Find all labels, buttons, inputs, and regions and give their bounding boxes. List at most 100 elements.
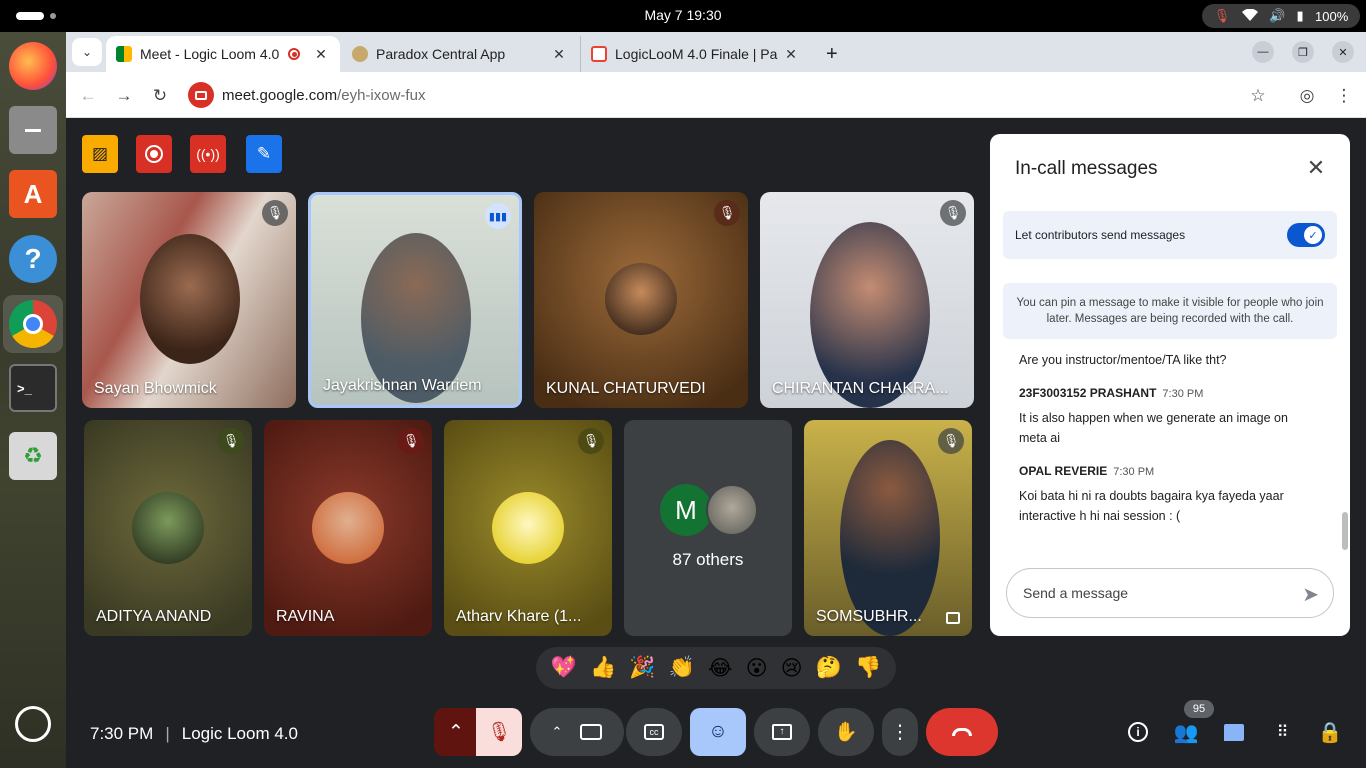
chat-icon (1224, 723, 1244, 741)
mic-toggle-button[interactable]: 🎙 (476, 708, 522, 756)
meeting-details-button[interactable]: i (1124, 718, 1152, 746)
mic-off-icon: 🎙 (940, 200, 966, 226)
close-window-button[interactable]: ✕ (1332, 41, 1354, 63)
reaction-surprised-icon[interactable]: 😮 (746, 656, 768, 681)
chat-message: OPAL REVERIE 7:30 PM Koi bata hi ni ra do… (1019, 464, 1319, 526)
reaction-cry-icon[interactable]: 😢 (781, 656, 803, 681)
reaction-party-icon[interactable]: 🎉 (629, 656, 655, 680)
forward-button[interactable]: → (112, 84, 136, 108)
message-time: 7:30 PM (1113, 466, 1155, 478)
toggle-label: Let contributors send messages (1015, 228, 1186, 242)
tab-meet[interactable]: Meet - Logic Loom 4.0 ✕ (106, 36, 340, 72)
live-stream-button[interactable]: ((•)) (190, 135, 226, 173)
chat-scrollbar[interactable] (1342, 512, 1348, 550)
mic-off-icon: 🎙 (486, 722, 512, 743)
emoji-button[interactable]: ☺ (690, 708, 746, 756)
close-icon[interactable]: ✕ (312, 46, 330, 63)
camera-options-button[interactable]: ⌃ (530, 708, 624, 756)
chevron-up-icon: ⌃ (551, 724, 563, 739)
firefox-icon[interactable] (9, 42, 57, 90)
call-controls-bar: 7:30 PM | Logic Loom 4.0 ⌃ 🎙 ⌃ cc ☺ ↑ ✋ … (66, 698, 1366, 768)
app-center-icon[interactable]: A (9, 170, 57, 218)
tab-gmail[interactable]: LogicLooM 4.0 Finale | Pa ✕ (580, 36, 810, 72)
participant-name: RAVINA (276, 608, 335, 625)
url-path: /eyh-ixow-fux (337, 86, 426, 104)
address-bar[interactable]: meet.google.com/eyh-ixow-fux (188, 80, 1280, 110)
system-clock[interactable]: May 7 19:30 (0, 7, 1366, 23)
tab-title: Paradox Central App (376, 46, 506, 62)
menu-dots-icon[interactable]: ⋮ (1332, 84, 1356, 108)
info-icon: i (1128, 722, 1148, 742)
chrome-icon[interactable] (9, 300, 57, 348)
meet-site-icon (188, 82, 214, 108)
reaction-thumbs-down-icon[interactable]: 👎 (855, 656, 881, 680)
present-button[interactable]: ↑ (754, 708, 810, 756)
more-options-button[interactable]: ⋮ (882, 708, 918, 756)
send-icon[interactable]: ➤ (1302, 582, 1319, 607)
reaction-laugh-icon[interactable]: 😂 (708, 656, 733, 681)
system-top-bar: May 7 19:30 🎙 🔊 ▮ 100% (0, 0, 1366, 32)
maximize-button[interactable]: ❐ (1292, 41, 1314, 63)
raise-hand-button[interactable]: ✋ (818, 708, 874, 756)
close-icon[interactable]: ✕ (782, 46, 800, 63)
participant-avatar (605, 263, 677, 335)
host-control-camera-off-button[interactable]: ▨ (82, 135, 118, 173)
pip-icon[interactable] (946, 612, 960, 624)
participant-tile[interactable]: 🎙 KUNAL CHATURVEDI (534, 192, 748, 408)
message-text: Are you instructor/mentoe/TA like tht? (1019, 353, 1227, 367)
lock-person-icon: 🔒 (1317, 721, 1343, 744)
reaction-thinking-icon[interactable]: 🤔 (816, 656, 842, 680)
reload-button[interactable]: ↻ (148, 84, 172, 108)
check-icon: ✓ (1304, 226, 1322, 244)
bookmark-star-icon[interactable]: ☆ (1246, 84, 1270, 108)
others-count: 87 others (672, 550, 744, 569)
back-button[interactable]: ← (76, 84, 100, 108)
transcript-button[interactable]: ✎ (246, 135, 282, 173)
leave-call-button[interactable] (926, 708, 998, 756)
participant-tile[interactable]: 🎙 Sayan Bhowmick (82, 192, 296, 408)
reaction-clap-icon[interactable]: 👏 (669, 656, 695, 680)
participant-tile[interactable]: 🎙 ADITYA ANAND (84, 420, 252, 636)
recording-indicator-icon (288, 48, 300, 60)
profile-icon[interactable]: ◎ (1295, 84, 1319, 108)
participant-tile-speaking[interactable]: ▮▮▮ Jayakrishnan Warriem (308, 192, 522, 408)
participant-video (140, 234, 240, 364)
captions-button[interactable]: cc (626, 708, 682, 756)
participant-tile[interactable]: 🎙 RAVINA (264, 420, 432, 636)
reaction-heart-icon[interactable]: 💖 (551, 656, 577, 680)
gmail-favicon-icon (591, 46, 607, 62)
chat-button[interactable] (1220, 718, 1248, 746)
host-controls-button[interactable]: 🔒 (1316, 718, 1344, 746)
close-icon[interactable]: ✕ (550, 46, 568, 63)
trash-icon[interactable]: ♻ (9, 432, 57, 480)
activities-button[interactable]: ⠿ (1268, 718, 1296, 746)
system-tray[interactable]: 🎙 🔊 ▮ 100% (1202, 4, 1360, 28)
participant-avatar (312, 492, 384, 564)
volume-icon: 🔊 (1268, 8, 1286, 23)
minimize-button[interactable]: — (1252, 41, 1274, 63)
meeting-info: 7:30 PM | Logic Loom 4.0 (90, 724, 298, 744)
others-avatar: M (660, 484, 712, 536)
wifi-icon (1241, 8, 1258, 24)
tab-search-button[interactable]: ⌄ (72, 38, 102, 66)
mic-options-button[interactable]: ⌃ (434, 708, 478, 756)
recording-button[interactable] (136, 135, 172, 173)
participant-tile[interactable]: 🎙 CHIRANTAN CHAKRA... (760, 192, 974, 408)
participant-tile[interactable]: 🎙 Atharv Khare (1... (444, 420, 612, 636)
tab-paradox[interactable]: Paradox Central App ✕ (342, 36, 578, 72)
close-icon[interactable]: ✕ (1304, 155, 1328, 180)
divider: | (165, 724, 170, 743)
message-input[interactable] (1023, 585, 1283, 601)
files-icon[interactable] (9, 106, 57, 154)
terminal-icon[interactable]: >_ (9, 364, 57, 412)
people-button[interactable]: 👥 (1172, 718, 1200, 746)
new-tab-button[interactable]: + (820, 36, 850, 72)
others-tile[interactable]: M 87 others (624, 420, 792, 636)
reaction-thumbs-up-icon[interactable]: 👍 (590, 656, 616, 680)
message-time: 7:30 PM (1162, 388, 1204, 400)
participant-tile[interactable]: 🎙 SOMSUBHR... (804, 420, 972, 636)
help-icon[interactable]: ? (9, 235, 57, 283)
ubuntu-logo-icon[interactable] (15, 706, 51, 742)
captions-icon: cc (644, 724, 664, 740)
contributors-messages-toggle[interactable]: ✓ (1287, 223, 1325, 247)
